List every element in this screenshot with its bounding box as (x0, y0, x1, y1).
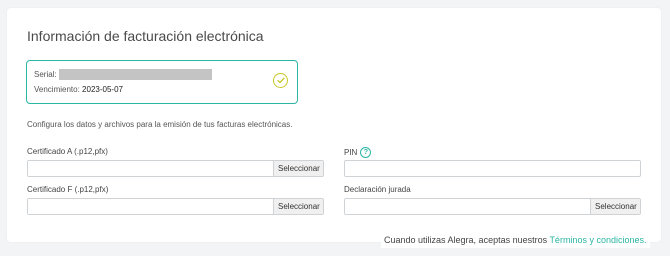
pin-input[interactable] (344, 160, 641, 177)
pin-label-row: PIN ? (344, 147, 372, 158)
declaracion-label: Declaración jurada (344, 185, 411, 194)
cert-a-label: Certificado A (.p12,pfx) (27, 147, 108, 156)
cert-a-input[interactable] (28, 161, 273, 176)
pin-label: PIN (344, 148, 358, 157)
section-title: Información de facturación electrónica (27, 28, 264, 44)
question-circle-icon[interactable]: ? (360, 147, 372, 158)
cert-f-label: Certificado F (.p12,pfx) (27, 185, 109, 194)
certificate-status-box: Serial: Vencimiento: 2023-05-07 (26, 60, 298, 104)
cert-f-file-field: Seleccionar (27, 198, 324, 215)
expiration-label: Vencimiento: (34, 85, 80, 94)
terms-footer: Cuando utilizas Alegra, aceptas nuestros… (381, 233, 650, 248)
cert-f-input[interactable] (28, 199, 273, 214)
cert-a-select-button[interactable]: Seleccionar (273, 161, 323, 176)
check-circle-icon (273, 73, 288, 88)
serial-label: Serial: (34, 70, 57, 79)
description-text: Configura los datos y archivos para la e… (27, 120, 293, 129)
electronic-billing-card: Información de facturación electrónica S… (7, 8, 661, 242)
declaracion-file-field: Seleccionar (344, 198, 641, 215)
footer-text: Cuando utilizas Alegra, aceptas nuestros (384, 235, 550, 245)
declaracion-input[interactable] (345, 199, 590, 214)
cert-a-file-field: Seleccionar (27, 160, 324, 177)
declaracion-select-button[interactable]: Seleccionar (590, 199, 640, 214)
terms-link[interactable]: Términos y condiciones (549, 235, 644, 245)
serial-row: Serial: (34, 69, 212, 80)
footer-suffix: . (643, 235, 647, 245)
serial-redacted-value (58, 69, 212, 80)
expiration-row: Vencimiento: 2023-05-07 (34, 85, 123, 94)
cert-f-select-button[interactable]: Seleccionar (273, 199, 323, 214)
expiration-date: 2023-05-07 (82, 85, 123, 94)
